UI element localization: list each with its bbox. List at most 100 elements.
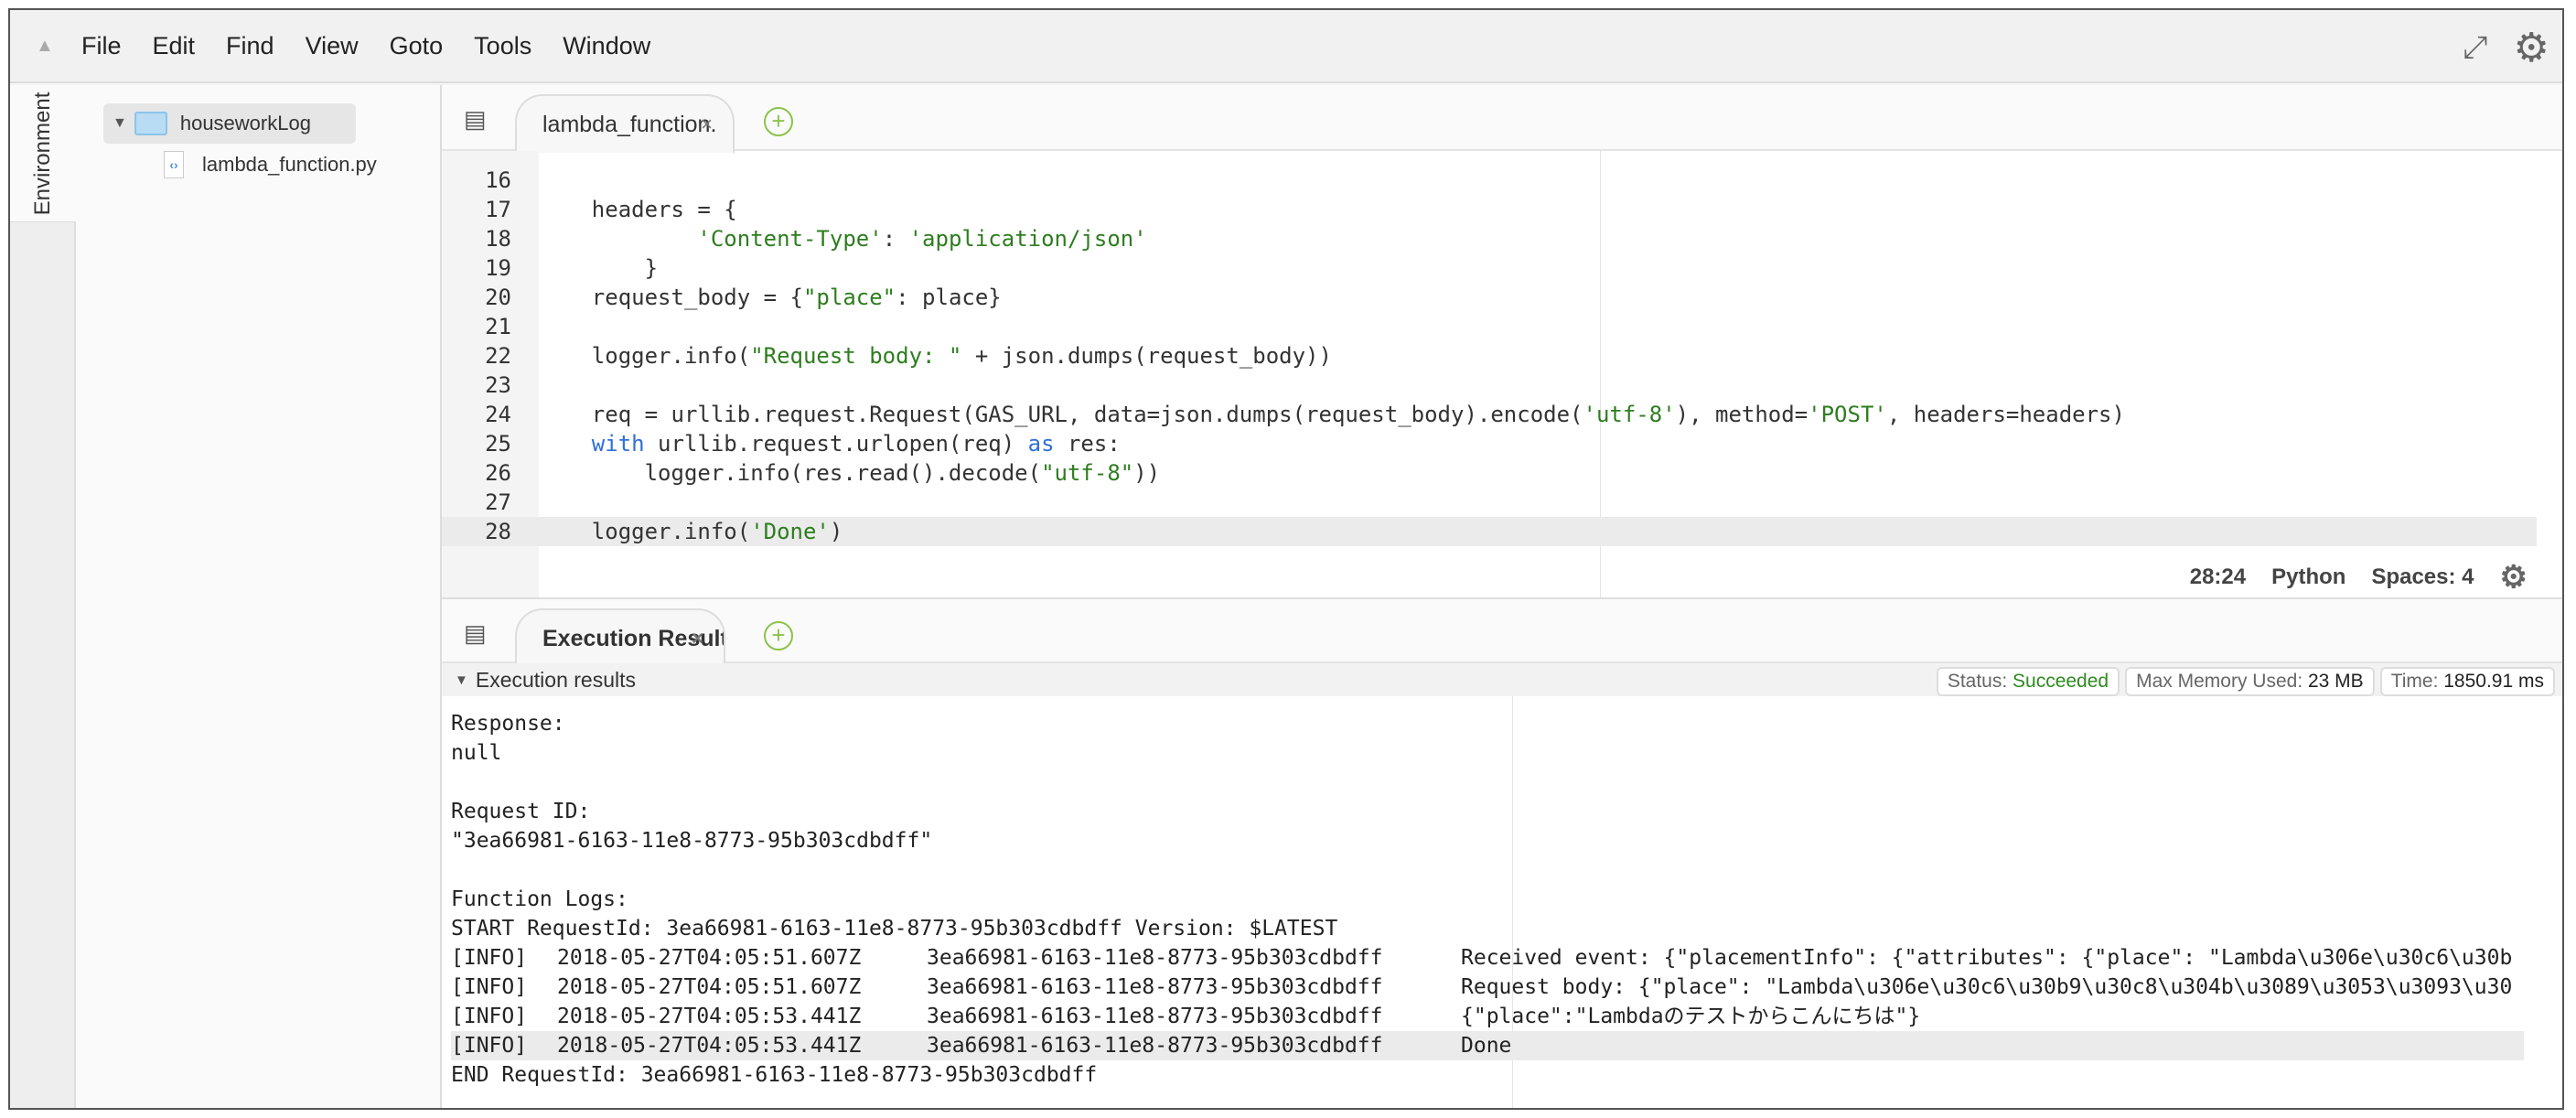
gear-icon[interactable]: ⚙ bbox=[2514, 25, 2549, 71]
code-text: } bbox=[539, 255, 659, 281]
code-line[interactable]: 20 request_body = {"place": place} bbox=[485, 283, 2562, 312]
log-row: [INFO] 2018-05-27T04:05:51.607Z 3ea66981-6… bbox=[451, 973, 2562, 1002]
menu-goto[interactable]: Goto bbox=[390, 32, 444, 60]
log-message: Done bbox=[1461, 1034, 1512, 1058]
code-editor[interactable]: ▤ lambda_function. × + 16 17 headers = {1… bbox=[442, 85, 2562, 597]
code-text: logger.info("Request body: " + json.dump… bbox=[539, 343, 1332, 369]
code-text: request_body = {"place": place} bbox=[539, 285, 1002, 310]
line-number: 23 bbox=[485, 372, 511, 398]
line-number: 28 bbox=[485, 519, 511, 544]
file-label: lambda_function.py bbox=[202, 153, 377, 176]
line-number: 25 bbox=[485, 431, 511, 457]
collapse-menu-icon[interactable]: ▲ bbox=[36, 36, 58, 57]
code-line[interactable]: 27 bbox=[485, 488, 2562, 517]
code-line[interactable]: 21 bbox=[485, 312, 2562, 341]
code-line[interactable]: 22 logger.info("Request body: " + json.d… bbox=[485, 341, 2562, 371]
menu-window[interactable]: Window bbox=[563, 32, 650, 60]
output-line: Function Logs: bbox=[451, 887, 628, 911]
code-text: req = urllib.request.Request(GAS_URL, da… bbox=[539, 402, 2125, 427]
code-text: logger.info('Done') bbox=[539, 519, 843, 544]
memory-label: Max Memory Used: bbox=[2136, 671, 2308, 692]
menu-edit[interactable]: Edit bbox=[153, 32, 196, 60]
collapse-arrow-icon[interactable]: ▼ bbox=[455, 672, 468, 688]
tree-file-lambda-function[interactable]: ‹› lambda_function.py bbox=[164, 151, 377, 178]
log-timestamp: 2018-05-27T04:05:51.607Z bbox=[557, 975, 862, 999]
tab-label: lambda_function. bbox=[542, 111, 717, 137]
output-line: START RequestId: 3ea66981-6163-11e8-8773… bbox=[451, 917, 1338, 941]
fullscreen-icon[interactable]: ⤢ bbox=[2463, 30, 2487, 66]
output-line: Response: bbox=[451, 712, 565, 736]
log-request-id: 3ea66981-6163-11e8-8773-95b303cdbdff bbox=[927, 946, 1383, 970]
output-line: "3ea66981-6163-11e8-8773-95b303cdbdff" bbox=[451, 829, 933, 853]
line-number: 27 bbox=[485, 489, 511, 515]
log-request-id: 3ea66981-6163-11e8-8773-95b303cdbdff bbox=[927, 975, 1383, 999]
log-level: [INFO] bbox=[451, 946, 528, 970]
close-tab-icon[interactable]: × bbox=[701, 113, 713, 136]
status-badge: Status: Succeeded bbox=[1936, 667, 2120, 696]
code-line[interactable]: 24 req = urllib.request.Request(GAS_URL,… bbox=[485, 400, 2562, 429]
line-number: 20 bbox=[485, 285, 511, 310]
tab-lambda-function[interactable]: lambda_function. × bbox=[515, 94, 735, 153]
tab-menu-icon[interactable]: ▤ bbox=[464, 105, 487, 134]
code-line[interactable]: 25 with urllib.request.urlopen(req) as r… bbox=[485, 429, 2562, 458]
log-row: [INFO] 2018-05-27T04:05:53.441Z 3ea66981-6… bbox=[451, 1031, 2524, 1060]
cursor-position[interactable]: 28:24 bbox=[2190, 564, 2246, 590]
folder-icon bbox=[134, 112, 167, 135]
status-value: Succeeded bbox=[2012, 671, 2109, 692]
log-timestamp: 2018-05-27T04:05:53.441Z bbox=[557, 1034, 862, 1058]
tab-execution-result[interactable]: Execution Result × bbox=[515, 608, 725, 667]
code-line[interactable]: 19 } bbox=[485, 253, 2562, 283]
code-line[interactable]: 18 'Content-Type': 'application/json' bbox=[485, 224, 2562, 253]
menu-view[interactable]: View bbox=[306, 32, 359, 60]
log-timestamp: 2018-05-27T04:05:51.607Z bbox=[557, 946, 862, 970]
file-tree: ▼ houseworkLog ‹› lambda_function.py bbox=[76, 85, 442, 1108]
log-message: Received event: {"placementInfo": {"attr… bbox=[1461, 946, 2513, 970]
line-number: 21 bbox=[485, 314, 511, 339]
line-number: 18 bbox=[485, 226, 511, 252]
menubar: ▲ File Edit Find View Goto Tools Window … bbox=[10, 10, 2562, 83]
time-value: 1850.91 ms bbox=[2443, 671, 2544, 692]
code-line[interactable]: 17 headers = { bbox=[485, 195, 2562, 224]
log-row: [INFO] 2018-05-27T04:05:51.607Z 3ea66981-6… bbox=[451, 943, 2562, 973]
memory-value: 23 MB bbox=[2307, 671, 2364, 692]
code-area[interactable]: 16 17 headers = {18 'Content-Type': 'appl… bbox=[442, 166, 2562, 546]
results-output[interactable]: Response: null Request ID: "3ea66981-6163-1… bbox=[451, 709, 2562, 1090]
editor-settings-icon[interactable]: ⚙ bbox=[2500, 559, 2528, 596]
line-number: 16 bbox=[485, 167, 511, 193]
menu-file[interactable]: File bbox=[81, 32, 122, 60]
language-mode[interactable]: Python bbox=[2271, 564, 2345, 590]
indent-setting[interactable]: Spaces: 4 bbox=[2371, 564, 2474, 590]
log-level: [INFO] bbox=[451, 975, 528, 999]
execution-panel: ▤ Execution Result × + ▼ Execution resul… bbox=[442, 597, 2562, 1108]
code-line[interactable]: 26 logger.info(res.read().decode("utf-8"… bbox=[485, 458, 2562, 488]
results-header-label: Execution results bbox=[475, 667, 636, 692]
tab-menu-icon[interactable]: ▤ bbox=[464, 619, 487, 648]
code-text: logger.info(res.read().decode("utf-8")) bbox=[539, 460, 1161, 486]
menu-find[interactable]: Find bbox=[226, 32, 274, 60]
new-tab-button[interactable]: + bbox=[764, 621, 793, 650]
tree-folder-houseworklog[interactable]: ▼ houseworkLog bbox=[103, 103, 356, 144]
memory-badge: Max Memory Used: 23 MB bbox=[2125, 667, 2375, 696]
status-label: Status: bbox=[1947, 671, 2013, 692]
code-text: with urllib.request.urlopen(req) as res: bbox=[591, 431, 1121, 457]
log-timestamp: 2018-05-27T04:05:53.441Z bbox=[557, 1005, 862, 1028]
log-request-id: 3ea66981-6163-11e8-8773-95b303cdbdff bbox=[927, 1034, 1383, 1058]
code-line[interactable]: 28 logger.info('Done') bbox=[442, 517, 2537, 546]
editor-status: 28:24 Python Spaces: 4 ⚙ bbox=[2190, 559, 2528, 596]
log-request-id: 3ea66981-6163-11e8-8773-95b303cdbdff bbox=[927, 1005, 1383, 1028]
ide-window: ▲ File Edit Find View Goto Tools Window … bbox=[8, 8, 2564, 1110]
close-tab-icon[interactable]: × bbox=[692, 627, 703, 650]
code-text: 'Content-Type': 'application/json' bbox=[697, 226, 1147, 252]
expand-arrow-icon[interactable]: ▼ bbox=[113, 115, 127, 132]
new-tab-button[interactable]: + bbox=[764, 107, 793, 136]
tab-environment[interactable]: Environment bbox=[10, 85, 76, 222]
code-line[interactable]: 16 bbox=[485, 166, 2562, 195]
log-message: {"place":"Lambdaのテストからこんにちは"} bbox=[1461, 1005, 1921, 1028]
code-line[interactable]: 23 bbox=[485, 371, 2562, 400]
line-number: 26 bbox=[485, 460, 511, 486]
line-number: 17 bbox=[485, 197, 511, 222]
log-level: [INFO] bbox=[451, 1034, 528, 1058]
menu-tools[interactable]: Tools bbox=[474, 32, 531, 60]
